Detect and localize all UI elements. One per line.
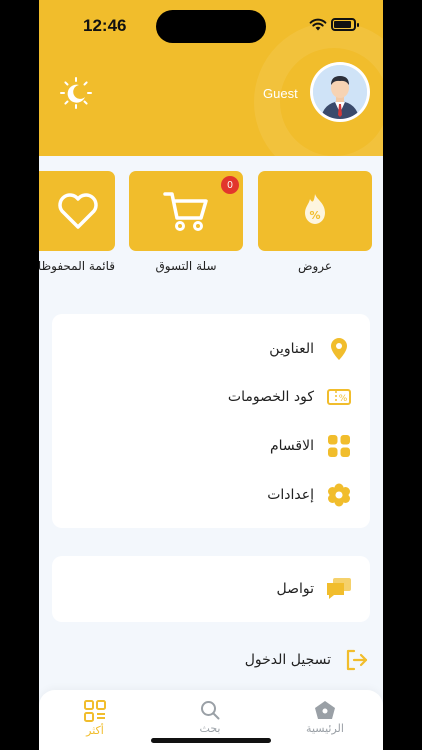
- heart-icon: [58, 193, 98, 229]
- offers-label: عروض: [297, 259, 333, 273]
- offers-card[interactable]: %: [258, 171, 372, 251]
- login-icon: [346, 649, 368, 671]
- nav-home-label: الرئيسية: [306, 722, 344, 735]
- search-icon: [201, 701, 220, 720]
- nav-search-label: بحث: [199, 722, 221, 735]
- avatar[interactable]: [310, 62, 370, 122]
- menu-item-settings[interactable]: إعدادات: [267, 480, 352, 510]
- settings-icon: [326, 482, 352, 508]
- cart-count-badge: 0: [221, 176, 239, 194]
- cart-card[interactable]: 0: [129, 171, 243, 251]
- user-avatar-icon: [313, 65, 367, 119]
- wishlist-label: قائمة المحفوظات: [39, 259, 115, 273]
- svg-text:%: %: [309, 209, 320, 222]
- menu-item-label: كود الخصومات: [227, 389, 314, 405]
- device-frame-right: [383, 0, 422, 750]
- menu-item-label: الاقسام: [270, 438, 314, 454]
- user-name: Guest: [263, 86, 298, 101]
- nav-more-label: أكثر: [86, 724, 104, 737]
- login-label: تسجيل الدخول: [244, 652, 331, 668]
- contact-label: تواصل: [276, 581, 314, 597]
- menu-item-label: إعدادات: [267, 487, 314, 503]
- nav-more[interactable]: أكثر: [65, 700, 125, 737]
- dynamic-island: [156, 10, 266, 43]
- theme-toggle-button[interactable]: [59, 76, 93, 110]
- coupon-icon: %: [326, 384, 352, 410]
- moon-sun-icon: [60, 77, 92, 109]
- contact-card: تواصل: [52, 556, 370, 622]
- cart-icon: [163, 192, 208, 231]
- nav-home[interactable]: الرئيسية: [295, 700, 355, 735]
- categories-icon: [326, 433, 352, 459]
- menu-card: العناوين كود الخصومات % الاقسام إعدادات: [52, 314, 370, 528]
- wishlist-card[interactable]: [39, 171, 115, 251]
- menu-item-label: العناوين: [269, 341, 314, 357]
- nav-search[interactable]: بحث: [180, 700, 240, 735]
- device-frame-left: [0, 0, 39, 750]
- menu-item-categories[interactable]: الاقسام: [270, 431, 352, 461]
- status-bar: 12:46: [39, 0, 383, 50]
- menu-item-coupons[interactable]: كود الخصومات %: [228, 382, 352, 412]
- profile-header: 12:46 Guest: [39, 0, 383, 156]
- cart-label: سلة التسوق: [155, 259, 217, 273]
- more-grid-icon: [84, 700, 106, 722]
- chat-icon: [326, 576, 352, 602]
- wifi-icon: [309, 18, 327, 31]
- app-screen: 12:46 Guest % عروض 0 سلة التسوق قائمة ال…: [39, 0, 383, 750]
- discount-icon: %: [305, 194, 325, 224]
- home-indicator: [151, 738, 271, 743]
- menu-item-contact[interactable]: تواصل: [276, 574, 352, 604]
- location-pin-icon: [326, 336, 352, 362]
- status-time: 12:46: [83, 16, 127, 35]
- home-icon: [315, 701, 335, 719]
- svg-text:%: %: [339, 394, 348, 404]
- login-button[interactable]: تسجيل الدخول: [245, 645, 369, 675]
- menu-item-addresses[interactable]: العناوين: [269, 334, 352, 364]
- battery-icon: [331, 18, 359, 31]
